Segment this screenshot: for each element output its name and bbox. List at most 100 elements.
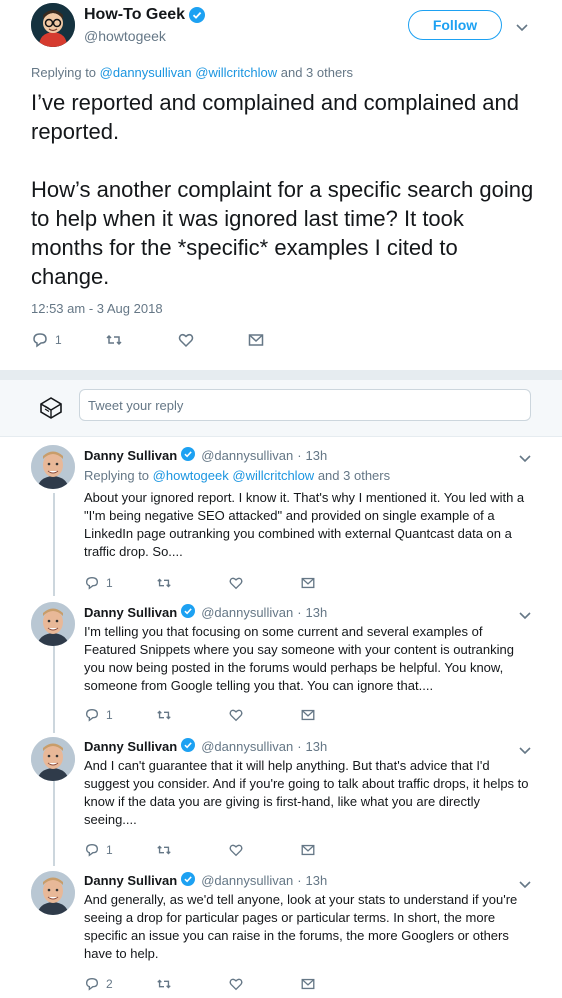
reply-time[interactable]: 13h	[306, 873, 328, 888]
reply-icon	[85, 843, 99, 857]
reply-button[interactable]: 1	[31, 330, 62, 350]
reply-tweet[interactable]: Danny Sullivan @dannysullivan · 13h I'm …	[0, 599, 562, 733]
retweet-button[interactable]	[156, 974, 172, 994]
message-icon	[301, 844, 315, 856]
reply-author-name[interactable]: Danny Sullivan	[84, 739, 177, 754]
author-handle[interactable]: @howtogeek	[84, 28, 166, 44]
reply-time[interactable]: 13h	[306, 605, 328, 620]
like-button[interactable]	[228, 705, 244, 725]
like-icon	[178, 333, 194, 348]
reply-author-handle[interactable]: @dannysullivan	[201, 605, 293, 620]
tweet-actions: 1	[31, 330, 291, 350]
like-icon	[229, 577, 243, 590]
replying-suffix[interactable]: and 3 others	[318, 468, 390, 483]
replying-prefix: Replying to	[84, 468, 150, 483]
like-icon	[229, 709, 243, 722]
reply-time[interactable]: 13h	[306, 739, 328, 754]
chevron-down-icon[interactable]	[516, 20, 528, 32]
reply-text: And I can't guarantee that it will help …	[84, 758, 529, 827]
retweet-icon	[157, 710, 171, 720]
like-button[interactable]	[177, 330, 195, 350]
retweet-icon	[157, 845, 171, 855]
mention-link[interactable]: @howtogeek	[153, 468, 229, 483]
danny-sullivan-avatar[interactable]	[31, 871, 75, 915]
reply-button[interactable]: 1	[84, 840, 113, 860]
mention-link[interactable]: @willcritchlow	[195, 65, 277, 80]
reply-count: 2	[106, 977, 113, 991]
dot-separator: ·	[297, 872, 302, 888]
chevron-down-icon[interactable]	[519, 877, 531, 889]
retweet-icon	[157, 979, 171, 989]
dot-separator: ·	[297, 738, 302, 754]
reply-header: Danny Sullivan @dannysullivan · 13h	[84, 447, 327, 463]
reply-author-handle[interactable]: @dannysullivan	[201, 739, 293, 754]
reply-author-name[interactable]: Danny Sullivan	[84, 448, 177, 463]
dot-separator: ·	[297, 604, 302, 620]
direct-message-button[interactable]	[300, 573, 316, 593]
message-icon	[301, 709, 315, 721]
reply-tweet[interactable]: Danny Sullivan @dannysullivan · 13h And …	[0, 867, 562, 998]
tweet-timestamp[interactable]: 12:53 am - 3 Aug 2018	[31, 301, 163, 316]
like-button[interactable]	[228, 573, 244, 593]
like-button[interactable]	[228, 974, 244, 994]
reply-header: Danny Sullivan @dannysullivan · 13h	[84, 872, 327, 888]
verified-badge-icon	[189, 7, 206, 23]
direct-message-button[interactable]	[300, 840, 316, 860]
message-icon	[301, 978, 315, 990]
follow-button[interactable]: Follow	[408, 10, 502, 40]
reply-icon	[85, 708, 99, 722]
reply-text: I'm telling you that focusing on some cu…	[84, 624, 514, 693]
howtogeek-avatar[interactable]	[31, 3, 75, 47]
danny-sullivan-avatar[interactable]	[31, 445, 75, 489]
mention-link[interactable]: @willcritchlow	[232, 468, 314, 483]
reply-text: And generally, as we'd tell anyone, look…	[84, 892, 518, 961]
reply-actions: 1	[84, 840, 324, 858]
replying-to: Replying to @howtogeek @willcritchlow an…	[84, 468, 390, 483]
author-name[interactable]: How-To Geek	[84, 6, 206, 24]
chevron-down-icon[interactable]	[519, 451, 531, 463]
verified-badge-icon	[181, 604, 197, 620]
reply-text: About your ignored report. I know it. Th…	[84, 490, 525, 559]
reply-icon	[85, 977, 99, 991]
author-name-text[interactable]: How-To Geek	[84, 6, 185, 24]
reply-button[interactable]: 1	[84, 573, 113, 593]
reply-actions: 1	[84, 573, 324, 591]
reply-input[interactable]: Tweet your reply	[79, 389, 531, 421]
retweet-button[interactable]	[156, 573, 172, 593]
reply-composer: Tweet your reply	[0, 380, 562, 437]
tweet-text: I’ve reported and complained and complai…	[31, 90, 534, 289]
retweet-icon	[106, 334, 122, 346]
direct-message-button[interactable]	[300, 974, 316, 994]
verified-badge-icon	[181, 447, 197, 463]
reply-author-handle[interactable]: @dannysullivan	[201, 873, 293, 888]
reply-count: 1	[106, 576, 113, 590]
danny-sullivan-avatar[interactable]	[31, 737, 75, 781]
direct-message-button[interactable]	[300, 705, 316, 725]
replying-prefix: Replying to	[31, 65, 97, 80]
reply-tweet[interactable]: Danny Sullivan @dannysullivan · 13h And …	[0, 733, 562, 867]
reply-icon	[85, 576, 99, 590]
retweet-button[interactable]	[156, 840, 172, 860]
reply-author-name[interactable]: Danny Sullivan	[84, 605, 177, 620]
main-tweet: How-To Geek @howtogeek Follow Replying t…	[0, 0, 562, 370]
message-icon	[301, 577, 315, 589]
chevron-down-icon[interactable]	[519, 608, 531, 620]
reply-author-name[interactable]: Danny Sullivan	[84, 873, 177, 888]
retweet-button[interactable]	[105, 330, 123, 350]
reply-author-handle[interactable]: @dannysullivan	[201, 448, 293, 463]
mention-link[interactable]: @dannysullivan	[100, 65, 192, 80]
retweet-button[interactable]	[156, 705, 172, 725]
chevron-down-icon[interactable]	[519, 743, 531, 755]
direct-message-button[interactable]	[247, 330, 265, 350]
reply-icon	[33, 333, 47, 348]
reply-tweet[interactable]: Danny Sullivan @dannysullivan · 13h Repl…	[0, 437, 562, 599]
like-icon	[229, 844, 243, 857]
reply-button[interactable]: 2	[84, 974, 113, 994]
reply-count: 1	[106, 843, 113, 857]
replying-suffix[interactable]: and 3 others	[281, 65, 353, 80]
like-button[interactable]	[228, 840, 244, 860]
reply-button[interactable]: 1	[84, 705, 113, 725]
reply-time[interactable]: 13h	[306, 448, 328, 463]
verified-badge-icon	[181, 738, 197, 754]
danny-sullivan-avatar[interactable]	[31, 602, 75, 646]
